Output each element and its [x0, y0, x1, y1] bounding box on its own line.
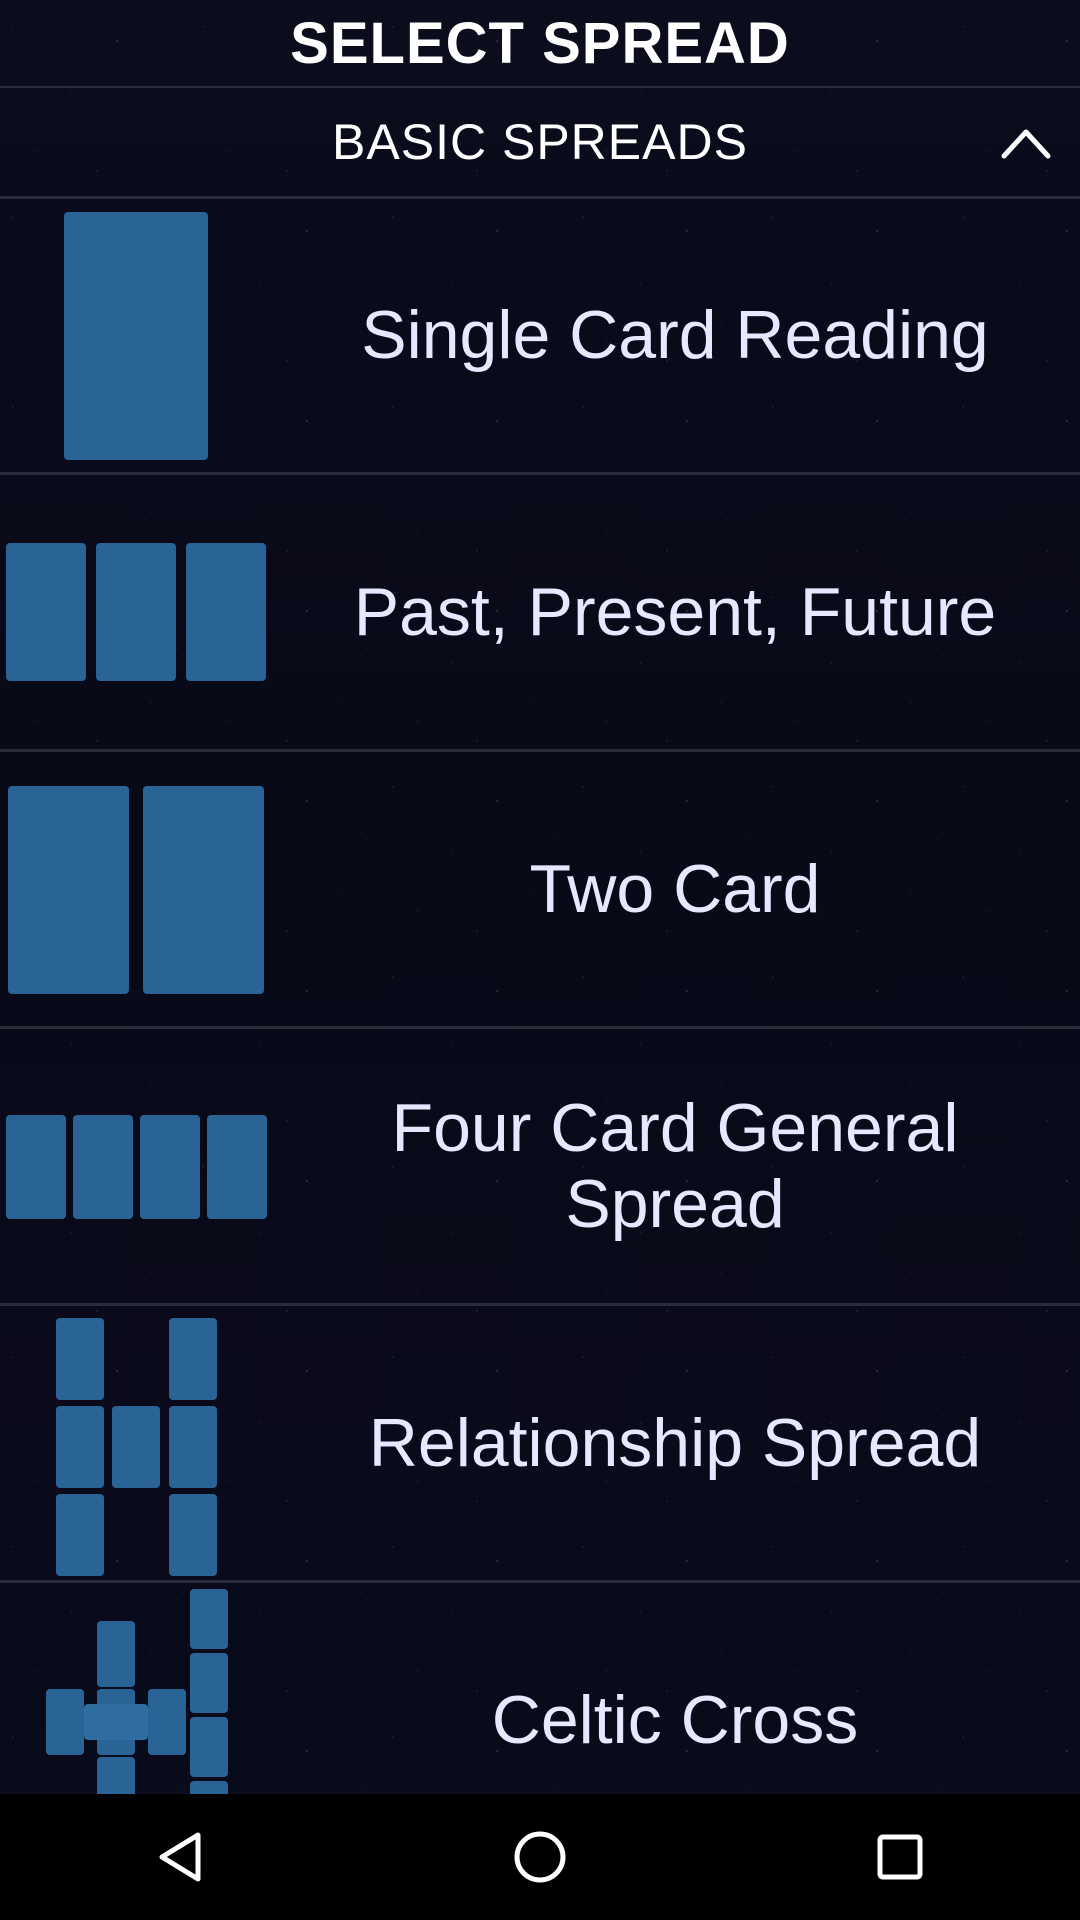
home-circle-icon: [514, 1831, 566, 1883]
recents-square-icon: [877, 1834, 923, 1880]
home-button[interactable]: [490, 1807, 590, 1907]
single-card-icon: [0, 198, 270, 472]
recents-button[interactable]: [850, 1807, 950, 1907]
back-button[interactable]: [130, 1807, 230, 1907]
relationship-spread-icon: [0, 1306, 270, 1580]
section-label: BASIC SPREADS: [332, 114, 748, 170]
spread-title: Four Card General Spread: [391, 1090, 959, 1242]
back-triangle-icon: [159, 1832, 201, 1882]
page-title: SELECT SPREAD: [0, 0, 1080, 88]
spread-title: Relationship Spread: [368, 1405, 982, 1481]
section-header-basic-spreads[interactable]: BASIC SPREADS: [0, 88, 1080, 199]
spread-item-four-card-general[interactable]: Four Card General Spread: [0, 1029, 1080, 1306]
celtic-cross-icon: [0, 1583, 270, 1794]
spread-item-two-card[interactable]: Two Card: [0, 752, 1080, 1029]
chevron-up-icon[interactable]: [1000, 122, 1052, 162]
spread-title: Single Card Reading: [361, 297, 989, 373]
spread-list: Single Card Reading Past, Present, Futur…: [0, 198, 1080, 1794]
three-card-icon: [0, 475, 270, 749]
four-card-icon: [0, 1029, 270, 1303]
spread-item-single-card[interactable]: Single Card Reading: [0, 198, 1080, 475]
spread-title: Past, Present, Future: [353, 574, 997, 650]
system-nav-bar: [0, 1794, 1080, 1920]
spread-item-celtic-cross[interactable]: Celtic Cross: [0, 1583, 1080, 1794]
spread-title: Celtic Cross: [491, 1682, 859, 1758]
spread-item-relationship[interactable]: Relationship Spread: [0, 1306, 1080, 1583]
two-card-icon: [0, 752, 270, 1026]
spread-item-past-present-future[interactable]: Past, Present, Future: [0, 475, 1080, 752]
spread-title: Two Card: [529, 851, 821, 927]
